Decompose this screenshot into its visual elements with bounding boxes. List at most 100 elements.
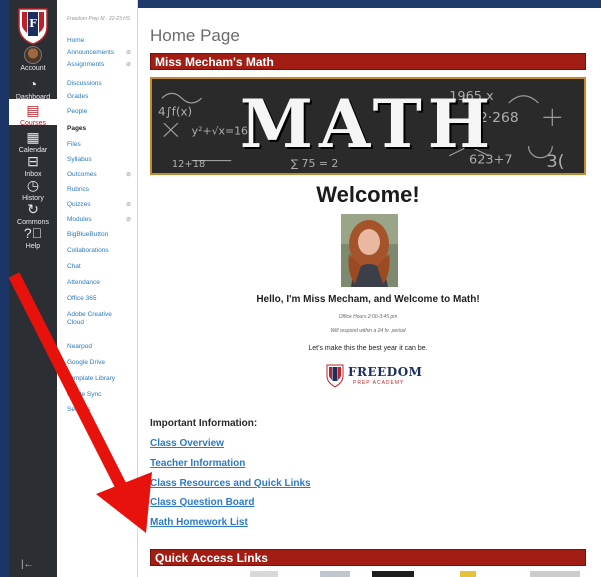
course-title-bar: Miss Mecham's Math bbox=[150, 53, 586, 70]
quick-link-thumb[interactable] bbox=[460, 571, 476, 577]
course-nav-item-pages[interactable]: Pages bbox=[67, 125, 135, 133]
dashboard-icon: ◔ bbox=[28, 76, 38, 92]
important-info-heading: Important Information: bbox=[150, 418, 258, 429]
nav-account[interactable]: Account bbox=[9, 46, 57, 72]
hidden-eye-icon: ⊘ bbox=[125, 217, 131, 223]
banner-title: MATH bbox=[239, 85, 497, 163]
hidden-eye-icon: ⊘ bbox=[125, 202, 131, 208]
course-nav-item-label: Outcomes bbox=[67, 171, 97, 178]
shield-icon bbox=[326, 364, 344, 388]
course-nav-item-announcements[interactable]: Announcements ⊘ bbox=[67, 49, 135, 57]
course-nav-item-label: Attendance bbox=[67, 279, 100, 286]
course-nav-item-label: Rubrics bbox=[67, 186, 90, 193]
commons-icon: ↻ bbox=[27, 201, 39, 217]
course-nav-item-rubrics[interactable]: Rubrics bbox=[67, 186, 135, 194]
course-nav-item-label: Discussions bbox=[67, 80, 102, 87]
clock-icon: ◷ bbox=[26, 177, 40, 193]
course-navigation: Freedom Prep M · 22-23 HS Home Announceme… bbox=[57, 0, 137, 577]
course-nav-item-template-library[interactable]: Template Library bbox=[67, 375, 135, 383]
course-nav-item-collaborations[interactable]: Collaborations bbox=[67, 247, 135, 255]
nav-help[interactable]: ?⃝ Help bbox=[9, 224, 57, 250]
link-class-resources[interactable]: Class Resources and Quick Links bbox=[150, 478, 311, 489]
link-teacher-information[interactable]: Teacher Information bbox=[150, 458, 245, 469]
course-nav-item-adobe-creative-cloud[interactable]: Adobe Creative Cloud bbox=[67, 311, 117, 327]
response-time-text: Will respond within a 24 hr. period bbox=[330, 328, 406, 334]
course-nav-item-label: Chat bbox=[67, 263, 81, 270]
course-nav-item-label: People bbox=[67, 108, 88, 115]
course-nav-item-home[interactable]: Home bbox=[67, 37, 135, 45]
course-nav-item-discussions[interactable]: Discussions bbox=[67, 80, 135, 88]
nav-courses[interactable]: ▤ Courses bbox=[9, 99, 57, 127]
course-nav-item-label: Nearpod bbox=[67, 343, 92, 350]
course-nav-item-label: Settings bbox=[67, 406, 91, 413]
calendar-icon: ▦ bbox=[26, 129, 40, 145]
quick-link-thumb[interactable] bbox=[372, 571, 414, 577]
avatar bbox=[24, 46, 42, 64]
nav-history[interactable]: ◷ History bbox=[9, 176, 57, 202]
school-name: FREEDOM bbox=[348, 365, 423, 379]
course-nav-item-google-drive[interactable]: Google Drive bbox=[67, 359, 135, 367]
global-navigation: F Account ◔ Dashboard ▤ Courses ▦ Calend… bbox=[9, 0, 57, 577]
course-nav-item-office-365[interactable]: Office 365 bbox=[67, 295, 135, 303]
course-nav-item-label: Google Drive bbox=[67, 359, 105, 366]
help-icon: ?⃝ bbox=[23, 225, 43, 241]
course-nav-item-label: Grade Sync bbox=[67, 391, 102, 398]
course-nav-item-grades[interactable]: Grades bbox=[67, 93, 135, 101]
course-nav-item-label: Assignments bbox=[67, 61, 105, 68]
link-class-question-board[interactable]: Class Question Board bbox=[150, 497, 254, 508]
freedom-prep-logo: FREEDOM PREP ACADEMY bbox=[325, 364, 422, 390]
hidden-eye-icon: ⊘ bbox=[125, 62, 131, 68]
hidden-eye-icon: ⊘ bbox=[125, 172, 131, 178]
course-nav-item-nearpod[interactable]: Nearpod bbox=[67, 343, 135, 351]
course-nav-item-attendance[interactable]: Attendance bbox=[67, 279, 135, 287]
course-nav-item-outcomes[interactable]: Outcomes ⊘ bbox=[67, 171, 135, 179]
nav-inbox[interactable]: ⊟ Inbox bbox=[9, 152, 57, 178]
school-shield-logo-icon[interactable]: F bbox=[15, 7, 51, 45]
course-nav-item-label: Office 365 bbox=[67, 295, 97, 302]
course-nav-item-files[interactable]: Files bbox=[67, 141, 135, 149]
nav-calendar[interactable]: ▦ Calendar bbox=[9, 128, 57, 154]
collapse-nav-icon[interactable]: |← bbox=[21, 559, 34, 570]
main-content: Home Page Miss Mecham's Math 4∫f(x) y²+√… bbox=[138, 0, 601, 577]
course-nav-item-label: Pages bbox=[67, 125, 87, 132]
quick-link-thumb[interactable] bbox=[320, 571, 350, 577]
course-nav-item-label: Announcements bbox=[67, 49, 114, 56]
hidden-eye-icon: ⊘ bbox=[125, 50, 131, 56]
course-nav-item-label: Template Library bbox=[67, 375, 116, 382]
course-nav-item-label: Grades bbox=[67, 93, 89, 100]
nav-commons[interactable]: ↻ Commons bbox=[9, 200, 57, 226]
course-nav-item-label: Syllabus bbox=[67, 156, 92, 163]
quick-link-thumb[interactable] bbox=[530, 571, 580, 577]
nav-dashboard[interactable]: ◔ Dashboard bbox=[9, 75, 57, 101]
math-banner-image: 4∫f(x) y²+√x=16 1965 x 2·268 623+7 ∑ 75 … bbox=[150, 77, 586, 175]
course-nav-item-label: Adobe Creative Cloud bbox=[67, 311, 112, 326]
course-nav-item-chat[interactable]: Chat bbox=[67, 263, 135, 271]
link-math-homework-list[interactable]: Math Homework List bbox=[150, 517, 248, 528]
course-nav-item-assignments[interactable]: Assignments ⊘ bbox=[67, 61, 135, 69]
welcome-heading: Welcome! bbox=[316, 182, 420, 207]
greeting-text: Hello, I'm Miss Mecham, and Welcome to M… bbox=[256, 294, 480, 305]
course-nav-item-modules[interactable]: Modules ⊘ bbox=[67, 216, 135, 224]
breadcrumb[interactable]: Freedom Prep M · 22-23 HS bbox=[67, 16, 130, 22]
course-nav-item-label: Files bbox=[67, 141, 81, 148]
course-nav-item-people[interactable]: People bbox=[67, 108, 135, 116]
window-left-border bbox=[0, 0, 9, 577]
course-nav-item-syllabus[interactable]: Syllabus bbox=[67, 156, 135, 164]
quick-link-thumb[interactable] bbox=[250, 571, 278, 577]
course-nav-item-label: Collaborations bbox=[67, 247, 109, 254]
course-nav-item-bigbluebutton[interactable]: BigBlueButton bbox=[67, 231, 135, 239]
link-class-overview[interactable]: Class Overview bbox=[150, 438, 224, 449]
svg-text:F: F bbox=[29, 17, 37, 30]
course-nav-item-quizzes[interactable]: Quizzes ⊘ bbox=[67, 201, 135, 209]
page-title: Home Page bbox=[150, 26, 240, 45]
teacher-portrait-image bbox=[341, 214, 398, 287]
office-hours-text: Office Hours 2:00-3:45 pm bbox=[338, 314, 398, 320]
book-icon: ▤ bbox=[26, 102, 40, 118]
course-nav-item-label: Home bbox=[67, 37, 85, 44]
course-nav-item-grade-sync[interactable]: Grade Sync bbox=[67, 391, 135, 399]
course-nav-item-settings[interactable]: Settings bbox=[67, 406, 135, 414]
course-nav-item-label: BigBlueButton bbox=[67, 231, 109, 238]
quick-access-thumbnails bbox=[150, 568, 586, 577]
quick-access-bar: Quick Access Links bbox=[150, 549, 586, 566]
course-nav-item-label: Quizzes bbox=[67, 201, 91, 208]
